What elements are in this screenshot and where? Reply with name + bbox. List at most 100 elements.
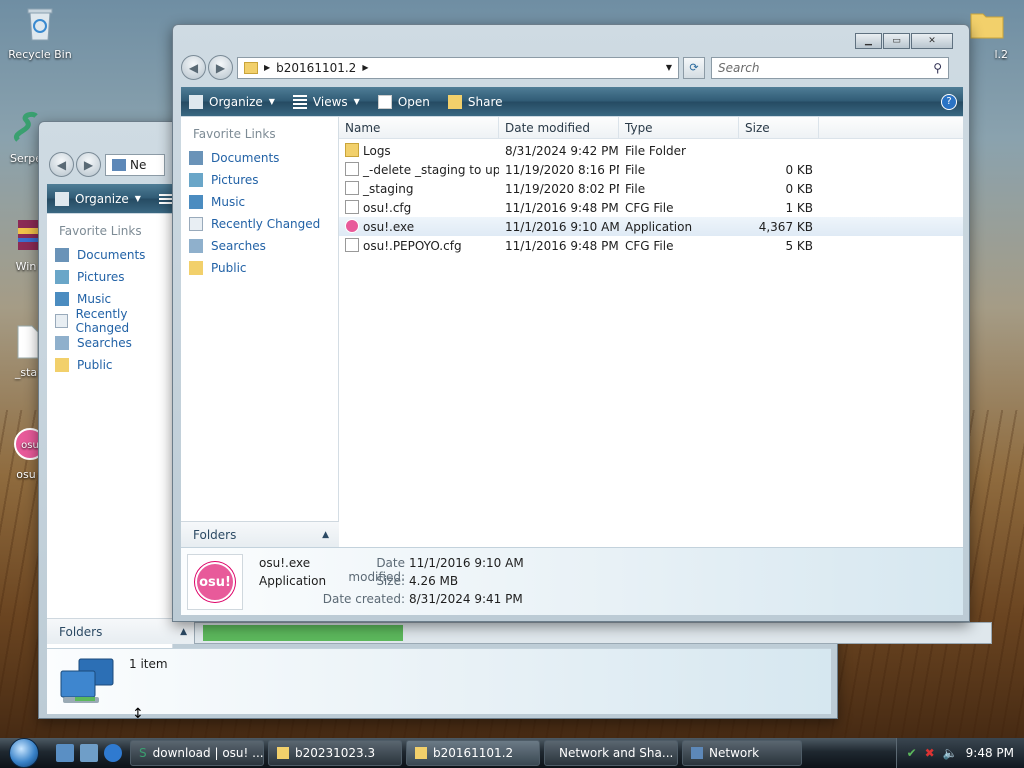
file-date: 11/1/2016 9:48 PM xyxy=(505,200,619,215)
nav-item-music[interactable]: Music xyxy=(181,191,338,213)
maximize-button[interactable]: ▭ xyxy=(883,33,910,49)
task-label: download | osu! ... xyxy=(152,746,264,760)
file-list: Name Date modified Type Size Logs 8/31/2… xyxy=(339,117,963,547)
nav-item-documents[interactable]: Documents xyxy=(47,244,172,266)
address-bar[interactable]: Ne xyxy=(105,153,165,176)
column-headers: Name Date modified Type Size xyxy=(339,117,963,139)
views-icon[interactable] xyxy=(158,193,173,204)
organize-button[interactable]: Organize ▼ xyxy=(189,94,275,109)
file-date: 11/19/2020 8:16 PM xyxy=(505,162,619,177)
share-label: Share xyxy=(467,94,503,109)
nav-item-searches[interactable]: Searches xyxy=(181,235,338,257)
searches-icon xyxy=(55,336,69,350)
nav-label: Recently Changed xyxy=(211,217,321,231)
task-label: b20161101.2 xyxy=(433,746,514,760)
nav-item-recently-changed[interactable]: Recently Changed xyxy=(47,307,172,335)
file-name: _staging xyxy=(363,182,414,196)
file-size: 0 KB xyxy=(785,181,813,196)
quick-launch xyxy=(56,744,122,762)
network-icon xyxy=(112,158,126,171)
file-row-logs[interactable]: Logs 8/31/2024 9:42 PM File Folder xyxy=(339,141,963,160)
desktop-icon-label: _sta xyxy=(14,366,38,379)
osu-icon xyxy=(345,219,359,233)
folders-toggle[interactable]: Folders ▲ xyxy=(181,521,339,547)
file-row-osu-pepoyo-cfg[interactable]: osu!.PEPOYO.cfg 11/1/2016 9:48 PM CFG Fi… xyxy=(339,236,963,255)
search-input[interactable]: Search ⚲ xyxy=(711,56,949,79)
taskbar-item-b20161101[interactable]: b20161101.2 xyxy=(406,740,540,766)
back-button[interactable]: ◀ xyxy=(49,152,74,177)
file-thumbnail: osu! xyxy=(187,554,243,610)
breadcrumb-separator-icon: ▶ xyxy=(362,63,369,72)
show-desktop-icon[interactable] xyxy=(56,744,74,762)
file-icon xyxy=(345,162,359,176)
command-bar: Organize ▼ xyxy=(47,184,173,213)
window-controls: ▁ ▭ ✕ xyxy=(855,33,953,49)
windows-orb-icon xyxy=(9,738,39,768)
nav-item-pictures[interactable]: Pictures xyxy=(181,169,338,191)
organize-icon xyxy=(189,94,203,109)
taskbar-item-b20231023[interactable]: b20231023.3 xyxy=(268,740,402,766)
help-icon[interactable]: ? xyxy=(941,93,957,110)
volume-muted-icon[interactable]: 🔈 xyxy=(943,746,958,760)
back-button[interactable]: ◀ xyxy=(181,55,206,80)
nav-item-searches[interactable]: Searches xyxy=(47,332,172,354)
forward-button[interactable]: ▶ xyxy=(208,55,233,80)
nav-label: Public xyxy=(77,358,113,372)
share-button[interactable]: Share xyxy=(447,94,503,109)
switch-windows-icon[interactable] xyxy=(80,744,98,762)
folder-icon xyxy=(345,143,359,157)
folder-icon xyxy=(55,358,69,372)
file-date: 11/1/2016 9:48 PM xyxy=(505,238,619,253)
file-icon xyxy=(345,181,359,195)
clock[interactable]: 9:48 PM xyxy=(966,746,1014,760)
views-button[interactable]: Views ▼ xyxy=(292,94,360,109)
breadcrumb-path[interactable]: b20161101.2 xyxy=(276,61,356,75)
taskbar-item-network[interactable]: Network xyxy=(682,740,802,766)
minimize-button[interactable]: ▁ xyxy=(855,33,882,49)
network-icon xyxy=(691,747,703,759)
details-pane: osu! osu!.exe Application Date modified:… xyxy=(181,547,963,615)
file-date: 11/1/2016 9:10 AM xyxy=(505,219,619,234)
organize-icon xyxy=(55,191,69,206)
file-icon xyxy=(345,200,359,214)
file-row-osu-exe[interactable]: osu!.exe 11/1/2016 9:10 AM Application 4… xyxy=(339,217,963,236)
nav-label: Music xyxy=(77,292,112,306)
file-type: Application xyxy=(625,219,693,234)
forward-button[interactable]: ▶ xyxy=(76,152,101,177)
nav-item-public[interactable]: Public xyxy=(181,257,338,279)
file-row-staging[interactable]: _staging 11/19/2020 8:02 PM File 0 KB xyxy=(339,179,963,198)
internet-explorer-icon[interactable] xyxy=(104,744,122,762)
desktop-icon-recycle-bin[interactable]: Recycle Bin xyxy=(2,4,78,61)
column-name[interactable]: Name xyxy=(339,117,499,138)
chevron-down-icon: ▼ xyxy=(353,97,360,106)
nav-item-documents[interactable]: Documents xyxy=(181,147,338,169)
detail-date-modified: 11/1/2016 9:10 AM xyxy=(409,556,524,570)
file-type: CFG File xyxy=(625,200,674,215)
close-button[interactable]: ✕ xyxy=(911,33,953,49)
taskbar-item-browser[interactable]: Sdownload | osu! ... xyxy=(130,740,264,766)
nav-item-public[interactable]: Public xyxy=(47,354,172,376)
column-type[interactable]: Type xyxy=(619,117,739,138)
task-label: b20231023.3 xyxy=(295,746,376,760)
address-dropdown-icon[interactable]: ▼ xyxy=(666,63,672,72)
folders-label: Folders xyxy=(193,527,237,542)
network-status-icon[interactable]: ✖ xyxy=(925,746,935,760)
organize-button[interactable]: Organize ▼ xyxy=(55,191,141,206)
refresh-icon[interactable]: ⟳ xyxy=(683,56,705,79)
column-date-modified[interactable]: Date modified xyxy=(499,117,619,138)
taskbar-item-network-sharing[interactable]: Network and Sha... xyxy=(544,740,678,766)
nav-item-pictures[interactable]: Pictures xyxy=(47,266,172,288)
address-bar[interactable]: ▶ b20161101.2 ▶ ▼ xyxy=(237,56,679,79)
open-button[interactable]: Open xyxy=(377,94,430,109)
pictures-icon xyxy=(55,270,69,284)
desktop-icon-label: Win xyxy=(15,260,37,273)
start-button[interactable] xyxy=(0,738,48,768)
navigation-row: ◀ ▶ ▶ b20161101.2 ▶ ▼ ⟳ Search ⚲ xyxy=(181,55,949,80)
column-size[interactable]: Size xyxy=(739,117,819,138)
detail-size: 4.26 MB xyxy=(409,574,459,588)
nav-item-recently-changed[interactable]: Recently Changed xyxy=(181,213,338,235)
safely-remove-icon[interactable]: ✔ xyxy=(907,746,917,760)
file-row-osu-cfg[interactable]: osu!.cfg 11/1/2016 9:48 PM CFG File 1 KB xyxy=(339,198,963,217)
file-row-delete-staging[interactable]: _-delete _staging to up... 11/19/2020 8:… xyxy=(339,160,963,179)
file-type: File xyxy=(625,162,646,177)
